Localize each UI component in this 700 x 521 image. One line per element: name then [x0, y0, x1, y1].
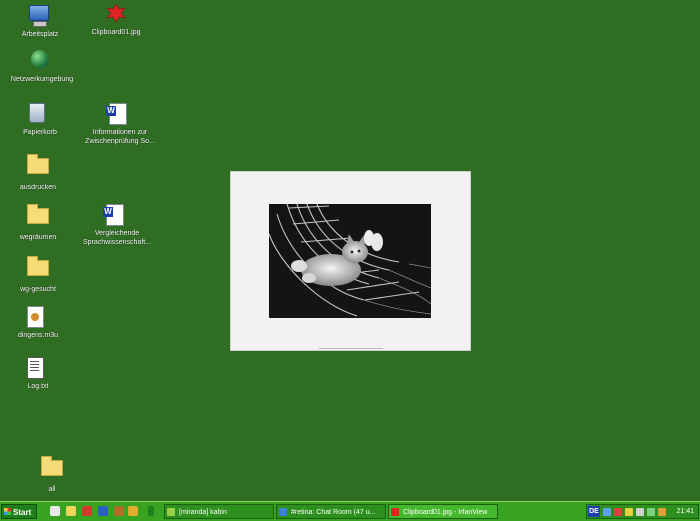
desktop-icon-all[interactable]: all — [12, 455, 92, 494]
desktop-icon-label: wegräumen — [19, 234, 57, 241]
desktop-icon-label: Vergleichende — [94, 230, 140, 237]
taskbar: Start [miranda] kabin #retina: Chat Room… — [0, 501, 700, 521]
language-indicator[interactable]: DE — [588, 506, 600, 517]
desktop-icon-wegraeumen[interactable]: wegräumen — [0, 203, 78, 242]
irfanview-icon — [391, 508, 399, 516]
desktop-icon-dingens[interactable]: dingens.m3u — [0, 306, 78, 340]
chevron-icon[interactable] — [148, 506, 154, 516]
chat-icon — [279, 508, 287, 516]
desktop-icon-clipboard[interactable]: Clipboard01.jpg — [76, 3, 156, 37]
explorer-icon[interactable] — [66, 506, 76, 516]
miranda-icon — [167, 508, 175, 516]
desktop-icon-label-line2: Zwischenprüfung So... — [85, 138, 155, 145]
messenger-icon[interactable] — [647, 508, 655, 516]
tray-app-icon[interactable] — [614, 508, 622, 516]
desktop: Arbeitsplatz Clipboard01.jpg Netzwerkumg… — [0, 0, 700, 500]
folder-icon — [41, 460, 63, 482]
desktop-icon-label: wg-gesucht — [20, 286, 56, 293]
image-viewer-window[interactable] — [230, 171, 471, 351]
desktop-icon-label: ausdrucken — [19, 184, 57, 191]
desktop-icon-label: Arbeitsplatz — [21, 31, 59, 38]
desktop-icon-label: Log.txt — [27, 383, 49, 390]
start-button[interactable]: Start — [1, 504, 37, 519]
network-tray-icon[interactable] — [603, 508, 611, 516]
quick-launch-icon[interactable] — [128, 506, 138, 516]
tray-misc-icon[interactable] — [636, 508, 644, 516]
taskbar-item-label: [miranda] kabin — [179, 509, 227, 516]
desktop-icon-ausdrucken[interactable]: ausdrucken — [0, 153, 78, 192]
taskbar-item-chat[interactable]: #retina: Chat Room (47 u... — [276, 504, 386, 519]
desktop-icon-label: all — [48, 486, 56, 493]
winamp-icon[interactable] — [114, 506, 124, 516]
desktop-icon-label: dingens.m3u — [17, 332, 59, 339]
desktop-icon-informationen[interactable]: Informationen zur Zwischenprüfung So... — [80, 103, 160, 146]
taskbar-item-label: #retina: Chat Room (47 u... — [291, 509, 376, 516]
desktop-icon-arbeitsplatz[interactable]: Arbeitsplatz — [0, 3, 80, 39]
taskbar-item-irfanview[interactable]: Clipboard01.jpg - IrfanView — [388, 504, 498, 519]
taskbar-item-miranda[interactable]: [miranda] kabin — [164, 504, 274, 519]
word-icon[interactable] — [98, 506, 108, 516]
computer-icon — [29, 5, 51, 27]
folder-icon — [27, 208, 49, 230]
tray-extra-icon[interactable] — [658, 508, 666, 516]
desktop-icon-vergleichende[interactable]: Vergleichende Sprachwissenschaft... — [77, 204, 157, 247]
network-icon — [31, 50, 53, 72]
image-caption-line — [319, 348, 383, 349]
folder-icon — [27, 260, 49, 282]
jpg-file-icon — [105, 3, 127, 25]
desktop-icon-label: Netzwerkumgebung — [10, 76, 74, 83]
system-tray: DE 21:41 — [586, 504, 699, 519]
word-document-icon — [109, 103, 131, 125]
desktop-icon-label-line2: Sprachwissenschaft... — [82, 239, 152, 246]
folder-icon — [27, 158, 49, 180]
desktop-icon-label: Papierkorb — [23, 129, 57, 136]
app-launcher-icon[interactable] — [82, 506, 92, 516]
desktop-icon-papierkorb[interactable]: Papierkorb — [0, 103, 80, 137]
word-document-icon — [106, 204, 128, 226]
volume-icon[interactable] — [625, 508, 633, 516]
desktop-icon-log[interactable]: Log.txt — [0, 357, 78, 391]
text-file-icon — [27, 357, 49, 379]
desktop-icon-wg-gesucht[interactable]: wg-gesucht — [0, 255, 78, 294]
playlist-file-icon — [27, 306, 49, 328]
desktop-icon-netzwerkumgebung[interactable]: Netzwerkumgebung — [2, 50, 82, 84]
taskbar-item-label: Clipboard01.jpg - IrfanView — [403, 509, 488, 516]
desktop-icon-label: Clipboard01.jpg — [91, 29, 141, 36]
cat-in-hammock-photo — [269, 204, 431, 318]
desktop-icon-label: Informationen zur — [92, 129, 148, 136]
clock[interactable]: 21:41 — [676, 505, 694, 518]
recycle-bin-icon — [29, 103, 51, 125]
show-desktop-icon[interactable] — [50, 506, 60, 516]
